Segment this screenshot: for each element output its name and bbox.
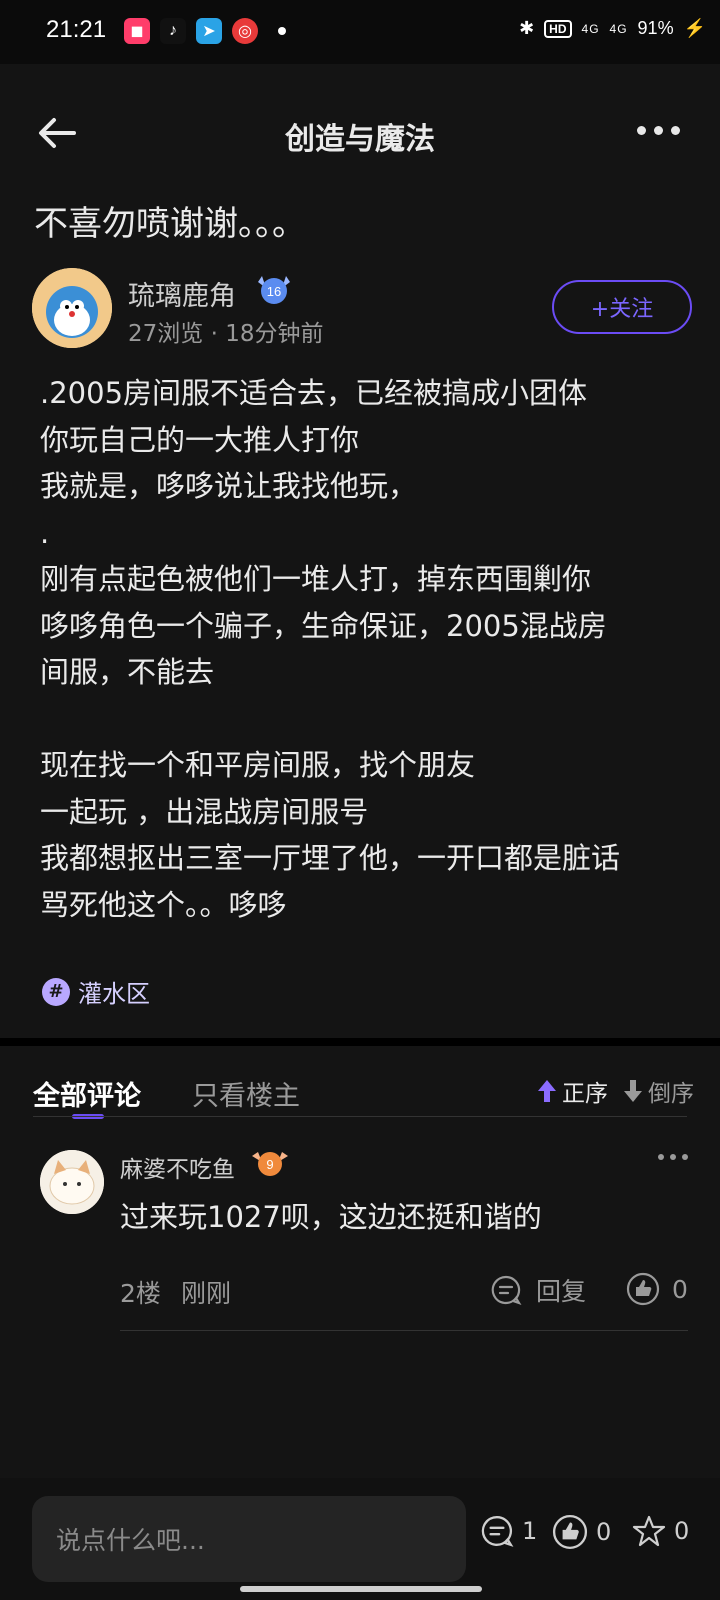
sort-asc-button[interactable]: 正序 [536,1074,608,1108]
bluetooth-icon: ✱ [519,18,535,38]
tabs-divider [33,1116,687,1117]
battery-level: 91% [637,18,674,38]
favorite-count: 0 [674,1517,690,1545]
sort-desc-label: 倒序 [648,1081,694,1107]
status-time: 21:21 [46,16,107,43]
post-content: .2005房间服不适合去，已经被搞成小团体 你玩自己的一大推人打你 我就是，哆哆… [40,376,621,922]
comment-like-button[interactable]: 0 [626,1272,688,1306]
arrow-up-icon [538,1080,556,1102]
thumbs-up-icon [552,1514,588,1550]
author-name[interactable]: 琉璃鹿角 [128,274,236,313]
comment-like-count: 0 [672,1274,688,1304]
reply-icon [491,1275,522,1305]
comment-floor: 2楼 [120,1279,161,1308]
tab-all-comments[interactable]: 全部评论 [33,1074,141,1113]
author-row: 琉璃鹿角 16 27浏览 · 18分钟前 +关注 [32,268,692,352]
signal-icon-2: 4G [609,21,628,36]
author-level: 16 [267,284,281,299]
commenter-avatar[interactable] [40,1150,104,1214]
sort-controls: 正序 倒序 [536,1074,694,1108]
reply-button[interactable]: 回复 [490,1272,586,1308]
more-options-icon[interactable] [637,126,680,135]
post-meta: 27浏览 · 18分钟前 [128,321,324,347]
telegram-icon: ➤ [196,18,222,44]
follow-button[interactable]: +关注 [552,280,692,334]
sort-desc-button[interactable]: 倒序 [622,1074,694,1108]
commenter-level-icon: 9 [252,1152,288,1176]
like-count: 0 [596,1518,612,1546]
sort-asc-label: 正序 [562,1081,608,1107]
comment-input[interactable]: 说点什么吧... [32,1496,466,1582]
section-divider [0,1038,720,1046]
topic-tag-label: 灌水区 [78,980,150,1008]
page-title: 创造与魔法 [285,122,435,157]
home-indicator[interactable] [240,1586,482,1592]
top-bar: 创造与魔法 [0,64,720,200]
comment-item: 麻婆不吃鱼 9 过来玩1027呗，这边还挺和谐的 2楼 刚刚 回复 0 [0,1146,720,1330]
star-icon [632,1515,666,1547]
reply-label: 回复 [536,1277,587,1306]
charging-icon: ⚡ [683,18,706,38]
commenter-level: 9 [266,1157,273,1172]
author-avatar[interactable] [32,268,112,348]
music-app-icon: ◎ [232,18,258,44]
comment-count-button[interactable]: 1 [480,1514,537,1548]
level-badge-icon: 16 [258,276,290,304]
notification-icons: ◼ ♪ ➤ ◎ [124,18,286,44]
like-icon [626,1272,660,1306]
hd-icon: HD [544,19,572,38]
commenter-name[interactable]: 麻婆不吃鱼 [120,1150,235,1184]
shopping-app-icon: ◼ [124,18,150,44]
comment-text: 过来玩1027呗，这边还挺和谐的 [120,1200,542,1234]
tab-op-only[interactable]: 只看楼主 [192,1074,300,1113]
like-button[interactable]: 0 [552,1514,611,1550]
comment-tabs: 全部评论 只看楼主 正序 倒序 [0,1068,720,1119]
comment-count: 1 [522,1517,538,1545]
signal-icon: 4G [581,21,600,36]
arrow-down-icon [624,1080,642,1102]
topic-tag[interactable]: # 灌水区 [42,974,150,1009]
comment-divider [120,1330,688,1331]
favorite-button[interactable]: 0 [632,1514,689,1548]
status-bar: 21:21 ◼ ♪ ➤ ◎ ✱ HD 4G 4G 91% ⚡ [0,0,720,64]
hashtag-icon: # [42,977,70,1006]
more-notifications-dot [278,27,286,35]
bottom-action-bar: 说点什么吧... 1 0 0 [0,1478,720,1600]
comment-more-icon[interactable] [658,1154,688,1160]
post-title: 不喜勿喷谢谢。。。 [34,204,306,244]
status-indicators: ✱ HD 4G 4G 91% ⚡ [519,18,706,39]
tiktok-icon: ♪ [160,18,186,44]
comment-icon [481,1516,514,1547]
comment-time: 刚刚 [181,1279,232,1308]
